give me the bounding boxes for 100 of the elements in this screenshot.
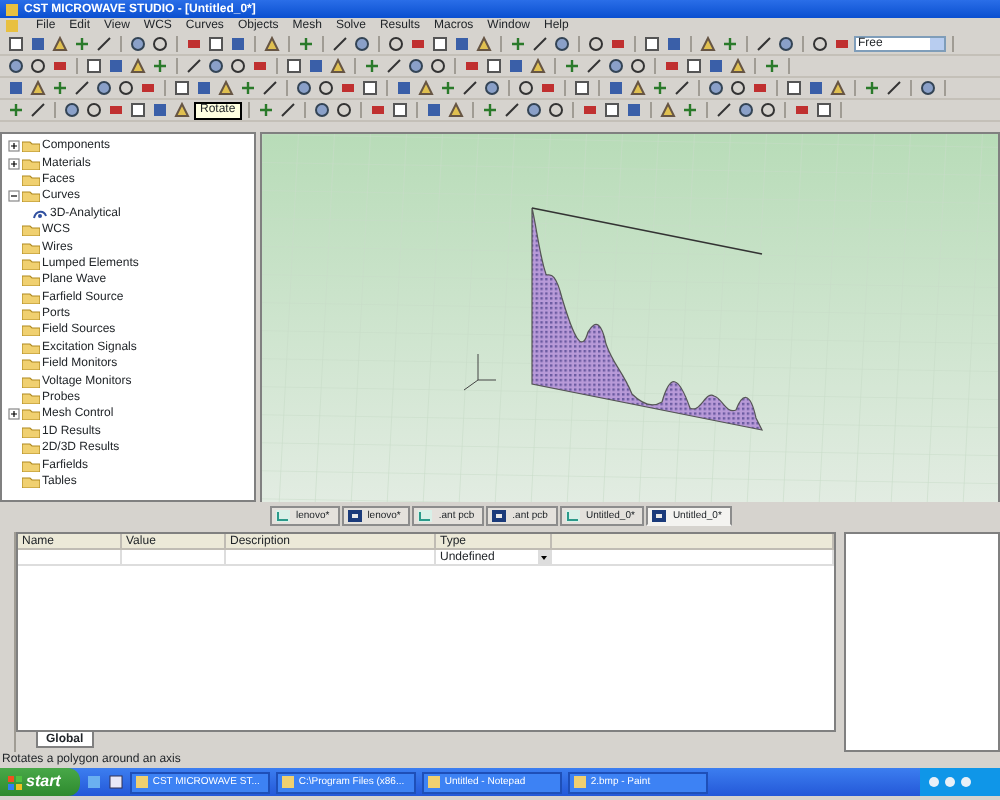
toolbar-button[interactable] xyxy=(706,56,726,76)
toolbar-button[interactable] xyxy=(367,100,388,120)
toolbar-button[interactable] xyxy=(579,100,600,120)
toolbar-button[interactable] xyxy=(6,56,26,76)
toolbar-button[interactable] xyxy=(862,78,882,98)
toolbar-button[interactable] xyxy=(28,100,48,120)
toolbar-button[interactable] xyxy=(623,100,644,120)
toolbar-button[interactable] xyxy=(150,100,170,120)
toolbar-button[interactable] xyxy=(791,100,812,120)
toolbar-button[interactable] xyxy=(423,100,444,120)
toolbar-button[interactable] xyxy=(28,78,48,98)
toolbar-button[interactable] xyxy=(523,100,544,120)
toolbar-button[interactable] xyxy=(294,78,314,98)
toolbar-button[interactable] xyxy=(508,34,528,54)
toolbar-button[interactable] xyxy=(650,78,670,98)
toolbar-button[interactable] xyxy=(679,100,700,120)
toolbar-button[interactable] xyxy=(150,56,170,76)
toolbar-button[interactable] xyxy=(316,78,336,98)
toolbar-button[interactable] xyxy=(606,56,626,76)
toolbar-button[interactable] xyxy=(255,100,276,120)
toolbar-button[interactable] xyxy=(754,34,774,54)
toolbar-button[interactable] xyxy=(828,78,848,98)
toolbar-button[interactable] xyxy=(482,78,502,98)
toolbar-button[interactable] xyxy=(72,34,92,54)
toolbar-button[interactable] xyxy=(238,78,258,98)
toolbar-button[interactable] xyxy=(50,56,70,76)
toolbar-button[interactable] xyxy=(262,34,282,54)
toolbar-button[interactable] xyxy=(84,100,104,120)
toolbar-button[interactable] xyxy=(128,56,148,76)
toolbar-button[interactable] xyxy=(720,34,740,54)
toolbar-button[interactable] xyxy=(506,56,526,76)
toolbar-button[interactable] xyxy=(94,78,114,98)
toolbar-button[interactable] xyxy=(460,78,480,98)
toolbar-button[interactable] xyxy=(813,100,834,120)
toolbar-button[interactable] xyxy=(538,78,558,98)
toolbar-button[interactable] xyxy=(698,34,718,54)
toolbar-button[interactable] xyxy=(628,56,648,76)
toolbar-button[interactable] xyxy=(428,56,448,76)
toolbar-button[interactable] xyxy=(296,34,316,54)
toolbar-button[interactable] xyxy=(545,100,566,120)
toolbar-button[interactable] xyxy=(474,34,494,54)
toolbar-button[interactable] xyxy=(384,56,404,76)
toolbar-button[interactable] xyxy=(6,78,26,98)
toolbar-button[interactable] xyxy=(206,56,226,76)
toolbar-button[interactable] xyxy=(28,56,48,76)
toolbar-button[interactable] xyxy=(728,56,748,76)
toolbar-button[interactable] xyxy=(250,56,270,76)
toolbar-button[interactable] xyxy=(352,34,372,54)
toolbar-button[interactable] xyxy=(706,78,726,98)
toolbar-button[interactable] xyxy=(516,78,536,98)
toolbar-button[interactable] xyxy=(328,56,348,76)
toolbar-button[interactable] xyxy=(572,78,592,98)
toolbar-button[interactable] xyxy=(184,56,204,76)
expand-icon[interactable] xyxy=(8,140,20,153)
toolbar-button[interactable] xyxy=(445,100,466,120)
toolbar-button[interactable] xyxy=(228,34,248,54)
toolbar-button[interactable] xyxy=(762,56,782,76)
toolbar-button[interactable] xyxy=(552,34,572,54)
toolbar-button[interactable] xyxy=(608,34,628,54)
toolbar-button[interactable] xyxy=(362,56,382,76)
toolbar-button[interactable] xyxy=(386,34,406,54)
toolbar-button[interactable] xyxy=(260,78,280,98)
toolbar-button[interactable] xyxy=(72,78,92,98)
toolbar-button[interactable] xyxy=(430,34,450,54)
toolbar-button[interactable] xyxy=(150,34,170,54)
toolbar-button[interactable] xyxy=(184,34,204,54)
toolbar-button[interactable] xyxy=(750,78,770,98)
toolbar-button[interactable] xyxy=(6,34,26,54)
toolbar-button[interactable] xyxy=(206,34,226,54)
toolbar-button[interactable] xyxy=(50,78,70,98)
toolbar-button[interactable] xyxy=(106,100,126,120)
toolbar-button[interactable] xyxy=(360,78,380,98)
toolbar-button[interactable] xyxy=(330,34,350,54)
toolbar-button[interactable] xyxy=(452,34,472,54)
toolbar-button[interactable] xyxy=(28,34,48,54)
toolbar-button[interactable] xyxy=(657,100,678,120)
expand-icon[interactable] xyxy=(8,408,20,421)
toolbar-button[interactable] xyxy=(84,56,104,76)
toolbar-button[interactable] xyxy=(172,100,192,120)
toolbar-button[interactable] xyxy=(584,56,604,76)
toolbar-button[interactable] xyxy=(728,78,748,98)
toolbar-button[interactable] xyxy=(601,100,622,120)
toolbar-button[interactable] xyxy=(684,56,704,76)
toolbar-button[interactable] xyxy=(138,78,158,98)
toolbar-button[interactable] xyxy=(642,34,662,54)
toolbar-button[interactable] xyxy=(806,78,826,98)
toolbar-button[interactable] xyxy=(306,56,326,76)
toolbar-button[interactable] xyxy=(528,56,548,76)
toolbar-button[interactable] xyxy=(628,78,648,98)
toolbar-button[interactable] xyxy=(277,100,298,120)
toolbar-button[interactable] xyxy=(338,78,358,98)
toolbar-button[interactable] xyxy=(757,100,778,120)
toolbar-button[interactable] xyxy=(172,78,192,98)
toolbar-button[interactable] xyxy=(216,78,236,98)
toolbar-button[interactable] xyxy=(228,56,248,76)
toolbar-button[interactable] xyxy=(6,100,26,120)
toolbar-button[interactable] xyxy=(194,78,214,98)
toolbar-button[interactable] xyxy=(484,56,504,76)
toolbar-button[interactable] xyxy=(311,100,332,120)
toolbar-button[interactable] xyxy=(128,34,148,54)
